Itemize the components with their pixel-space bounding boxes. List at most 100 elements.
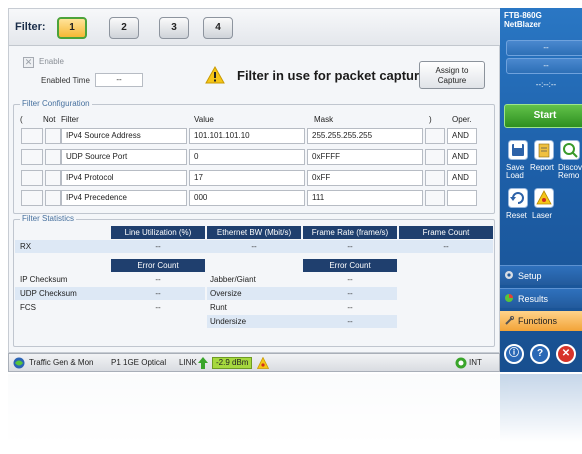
header-paren-open: ( (20, 115, 23, 124)
device-name: NetBlazer (504, 20, 541, 29)
enabled-time-field: -- (95, 73, 143, 87)
error-label: IP Checksum (20, 275, 68, 284)
save-load-label: Save Load (506, 163, 525, 180)
clock-source-icon (455, 357, 467, 369)
oper-field[interactable]: AND (447, 149, 477, 165)
rx-label: RX (20, 242, 32, 251)
status-port: P1 1GE Optical (111, 358, 167, 367)
error-label: Jabber/Giant (210, 275, 256, 284)
stat-header-eth-bw: Ethernet BW (Mbit/s) (207, 226, 301, 239)
error-label: Undersize (210, 317, 247, 326)
device-model: FTB-860G (504, 11, 542, 20)
filter-tab-3[interactable]: 3 (159, 17, 189, 39)
mask-field[interactable]: 111 (307, 190, 423, 206)
filter-tab-4[interactable]: 4 (203, 17, 233, 39)
right-control-panel: FTB-860G NetBlazer -- -- --:--:-- Start … (500, 8, 582, 372)
mask-field[interactable]: 0xFF (307, 170, 423, 186)
functions-wrench-icon (505, 316, 514, 325)
value-field[interactable]: 0 (189, 149, 305, 165)
warning-icon (205, 66, 225, 84)
error-label: UDP Checksum (20, 289, 77, 298)
window-reflection (0, 374, 582, 454)
filter-warning-text: Filter in use for packet capture (237, 68, 427, 83)
error-value: -- (347, 275, 353, 284)
functions-tab-label: Functions (518, 316, 558, 326)
not-checkbox[interactable] (45, 190, 61, 206)
status-traffic-mode: Traffic Gen & Mon (29, 358, 94, 367)
filter-tab-1[interactable]: 1 (57, 17, 87, 39)
error-value: -- (347, 303, 353, 312)
laser-icon[interactable] (534, 188, 554, 208)
paren-open-cell (21, 170, 43, 186)
filter-statistics-title: Filter Statistics (20, 214, 77, 223)
filter-configuration-title: Filter Configuration (20, 99, 92, 108)
filter-tab-2[interactable]: 2 (109, 17, 139, 39)
paren-open-cell (21, 190, 43, 206)
error-label: Runt (210, 303, 227, 312)
filter-field[interactable]: IPv4 Protocol (61, 170, 187, 186)
header-oper: Oper. (452, 115, 472, 124)
reset-icon[interactable] (508, 188, 528, 208)
error-count-header-right: Error Count (303, 259, 397, 272)
results-tab-label: Results (518, 294, 549, 304)
filter-field[interactable]: IPv4 Precedence (61, 190, 187, 206)
paren-close-cell (425, 190, 445, 206)
assign-to-capture-button[interactable]: Assign to Capture (419, 61, 485, 89)
paren-close-cell (425, 128, 445, 144)
header-paren-close: ) (429, 115, 432, 124)
reflection-fade (0, 374, 582, 454)
filter-field[interactable]: IPv4 Source Address (61, 128, 187, 144)
not-checkbox[interactable] (45, 128, 61, 144)
timer-field: --:--:-- (535, 80, 557, 89)
mask-field[interactable]: 0xFFFF (307, 149, 423, 165)
error-label: Oversize (210, 289, 242, 298)
enable-label: Enable (39, 57, 64, 66)
stat-header-frame-count: Frame Count (399, 226, 493, 239)
status-power-dbm: -2.9 dBm (212, 357, 253, 369)
info-button[interactable]: ⓘ (504, 344, 524, 364)
header-not: Not (43, 115, 56, 124)
rx-frame-rate-value: -- (347, 242, 353, 251)
filter-label: Filter: (15, 21, 46, 33)
report-label: Report (530, 163, 555, 172)
setup-gear-icon (505, 271, 513, 279)
not-checkbox[interactable] (45, 170, 61, 186)
error-value: -- (155, 275, 161, 284)
save-load-icon[interactable] (508, 140, 528, 160)
header-mask: Mask (314, 115, 334, 124)
assign-to-capture-label: Assign to Capture (435, 66, 469, 85)
header-value: Value (194, 115, 214, 124)
status-clock-source: INT (469, 358, 482, 367)
discover-remote-icon[interactable] (560, 140, 580, 160)
error-value: -- (155, 303, 161, 312)
paren-close-cell (425, 170, 445, 186)
filter-field[interactable]: UDP Source Port (61, 149, 187, 165)
exit-button[interactable]: ✕ (556, 344, 576, 364)
paren-close-cell (425, 149, 445, 165)
paren-open-cell (21, 128, 43, 144)
not-checkbox[interactable] (45, 149, 61, 165)
value-field[interactable]: 101.101.101.10 (189, 128, 305, 144)
oper-field[interactable]: AND (447, 128, 477, 144)
status-field-2: -- (506, 58, 582, 74)
results-pie-icon (505, 294, 513, 302)
enable-checkbox[interactable]: ✕ (23, 57, 34, 68)
mask-field[interactable]: 255.255.255.255 (307, 128, 423, 144)
report-icon[interactable] (534, 140, 554, 160)
value-field[interactable]: 000 (189, 190, 305, 206)
setup-tab-label: Setup (518, 271, 542, 281)
value-field[interactable]: 17 (189, 170, 305, 186)
link-up-arrow-icon (198, 357, 208, 369)
reset-label: Reset (506, 211, 527, 220)
filter-tab-bar: Filter: 1 2 3 4 (9, 9, 501, 46)
rx-frame-count-value: -- (443, 242, 449, 251)
enabled-time-label: Enabled Time (41, 76, 90, 85)
app-window: Filter: 1 2 3 4 ✕ Enable Enabled Time --… (0, 0, 582, 374)
stat-header-line-util: Line Utilization (%) (111, 226, 205, 239)
oper-field[interactable]: AND (447, 170, 477, 186)
rx-line-util-value: -- (155, 242, 161, 251)
error-value: -- (347, 289, 353, 298)
start-button[interactable]: Start (504, 104, 582, 128)
help-button[interactable]: ? (530, 344, 550, 364)
oper-field[interactable] (447, 190, 477, 206)
